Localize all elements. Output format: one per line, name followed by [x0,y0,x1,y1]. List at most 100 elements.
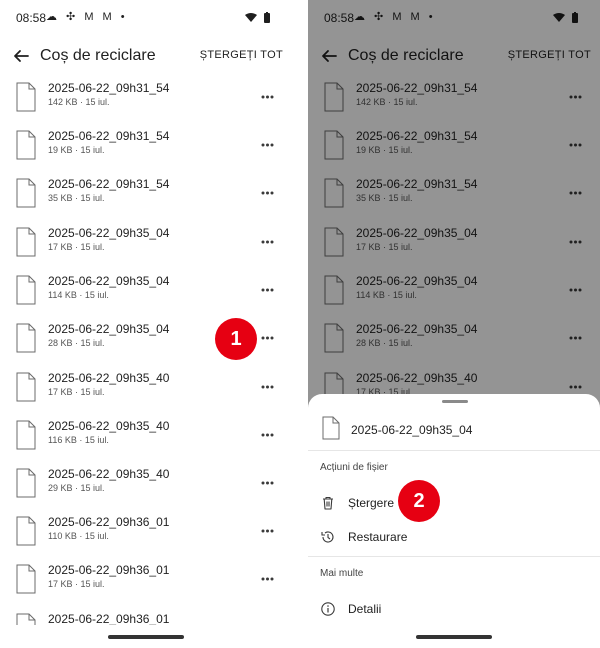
file-name: 2025-06-22_09h35_04 [356,274,478,288]
file-name: 2025-06-22_09h36_01 [48,612,170,625]
more-options-icon[interactable] [563,326,587,350]
file-meta: 35 KB · 15 iul. [356,193,413,203]
file-name: 2025-06-22_09h31_54 [48,81,170,95]
list-item[interactable]: 2025-06-22_09h31_54 35 KB · 15 iul. [308,172,600,220]
page-title: Coș de reciclare [348,47,464,64]
more-options-icon[interactable] [255,423,279,447]
list-item[interactable]: 2025-06-22_09h35_40 29 KB · 15 iul. [0,462,292,510]
file-meta: 35 KB · 15 iul. [48,193,105,203]
file-meta: 29 KB · 15 iul. [48,483,105,493]
delete-all-button[interactable]: ȘTERGEȚI TOT [508,49,591,61]
app-bar: Coș de reciclare ȘTERGEȚI TOT [0,38,292,74]
file-meta: 110 KB · 15 iul. [48,531,109,541]
more-options-icon[interactable] [255,471,279,495]
file-name: 2025-06-22_09h35_04 [356,226,478,240]
file-name: 2025-06-22_09h35_40 [48,371,170,385]
wifi-battery-icon [244,11,274,29]
back-arrow-icon[interactable] [8,42,36,70]
divider [308,450,600,451]
list-item[interactable]: 2025-06-22_09h35_04 28 KB · 15 iul. [308,317,600,365]
file-icon [16,323,36,353]
file-meta: 17 KB · 15 iul. [48,242,105,252]
file-icon [324,227,344,257]
file-meta: 28 KB · 15 iul. [48,338,105,348]
file-icon [324,323,344,353]
more-options-icon[interactable] [255,278,279,302]
list-item[interactable]: 2025-06-22_09h31_54 19 KB · 15 iul. [0,124,292,172]
list-item[interactable]: 2025-06-22_09h35_04 114 KB · 15 iul. [0,269,292,317]
list-item[interactable]: 2025-06-22_09h35_40 17 KB · 15 iul. [0,366,292,414]
list-item[interactable]: 2025-06-22_09h36_01 110 KB · 15 iul. [0,510,292,558]
wifi-battery-icon [552,11,582,29]
recycle-bin-screen: 08:58 ☁ ✣ M M • Coș de reciclare ȘTERGEȚ… [0,0,292,648]
more-options-icon[interactable] [255,567,279,591]
home-indicator[interactable] [108,635,184,639]
file-meta: 142 KB · 15 iul. [48,97,110,107]
status-time: 08:58 [324,11,355,25]
restore-label: Restaurare [348,530,408,544]
more-options-icon[interactable] [255,375,279,399]
list-item[interactable]: 2025-06-22_09h31_54 19 KB · 15 iul. [308,124,600,172]
list-item[interactable]: 2025-06-22_09h35_40 116 KB · 15 iul. [0,414,292,462]
drag-handle[interactable] [442,400,468,403]
more-options-icon[interactable] [563,230,587,254]
divider [308,556,600,557]
more-options-icon[interactable] [255,230,279,254]
file-icon [322,416,340,440]
app-bar: Coș de reciclare ȘTERGEȚI TOT [308,38,600,74]
more-options-icon[interactable] [563,278,587,302]
step-badge-2: 2 [398,480,440,522]
recycle-bin-screen-with-sheet: 08:58 ☁ ✣ M M • Coș de reciclare ȘTERGEȚ… [308,0,600,648]
file-name: 2025-06-22_09h35_40 [356,371,478,385]
file-icon [16,130,36,160]
list-item[interactable]: 2025-06-22_09h31_54 142 KB · 15 iul. [0,76,292,124]
file-meta: 28 KB · 15 iul. [356,338,413,348]
file-meta: 142 KB · 15 iul. [356,97,418,107]
sheet-file-name: 2025-06-22_09h35_04 [351,423,473,437]
list-item[interactable]: 2025-06-22_09h36_01 [0,607,292,625]
file-icon [16,372,36,402]
delete-action[interactable]: Ștergere [308,486,600,520]
details-action[interactable]: Detalii [308,592,600,626]
file-name: 2025-06-22_09h36_01 [48,563,170,577]
delete-all-button[interactable]: ȘTERGEȚI TOT [200,49,283,61]
list-item[interactable]: 2025-06-22_09h36_01 17 KB · 15 iul. [0,558,292,606]
more-options-icon[interactable] [563,133,587,157]
file-name: 2025-06-22_09h31_54 [356,177,478,191]
file-icon [324,178,344,208]
file-icon [16,82,36,112]
list-item[interactable]: 2025-06-22_09h35_04 17 KB · 15 iul. [0,221,292,269]
file-icon [16,613,36,625]
restore-history-icon [320,529,336,545]
more-options-icon[interactable] [563,85,587,109]
list-item[interactable]: 2025-06-22_09h31_54 142 KB · 15 iul. [308,76,600,124]
file-name: 2025-06-22_09h35_40 [48,419,170,433]
info-icon [320,601,336,617]
file-actions-sheet: 2025-06-22_09h35_04 Acțiuni de fișier Șt… [308,394,600,648]
file-icon [324,82,344,112]
file-meta: 17 KB · 15 iul. [48,579,105,589]
list-item[interactable]: 2025-06-22_09h35_04 17 KB · 15 iul. [308,221,600,269]
status-bar: 08:58 ☁ ✣ M M • [0,0,292,36]
file-icon [16,468,36,498]
more-options-icon[interactable] [255,616,279,625]
more-options-icon[interactable] [563,181,587,205]
notification-icons: ☁ ✣ M M • [354,11,436,23]
panel-divider [292,0,308,648]
file-name: 2025-06-22_09h35_04 [356,322,478,336]
restore-action[interactable]: Restaurare [308,520,600,554]
more-options-icon[interactable] [255,133,279,157]
file-name: 2025-06-22_09h31_54 [356,129,478,143]
file-name: 2025-06-22_09h35_04 [48,226,170,240]
list-item[interactable]: 2025-06-22_09h35_04 114 KB · 15 iul. [308,269,600,317]
list-item[interactable]: 2025-06-22_09h31_54 35 KB · 15 iul. [0,172,292,220]
file-name: 2025-06-22_09h35_04 [48,322,170,336]
more-options-icon[interactable] [255,85,279,109]
section-header-file-actions: Acțiuni de fișier [320,462,388,473]
more-options-icon[interactable] [255,519,279,543]
more-options-icon[interactable] [255,326,279,350]
file-name: 2025-06-22_09h35_04 [48,274,170,288]
back-arrow-icon[interactable] [316,42,344,70]
home-indicator[interactable] [416,635,492,639]
more-options-icon[interactable] [255,181,279,205]
